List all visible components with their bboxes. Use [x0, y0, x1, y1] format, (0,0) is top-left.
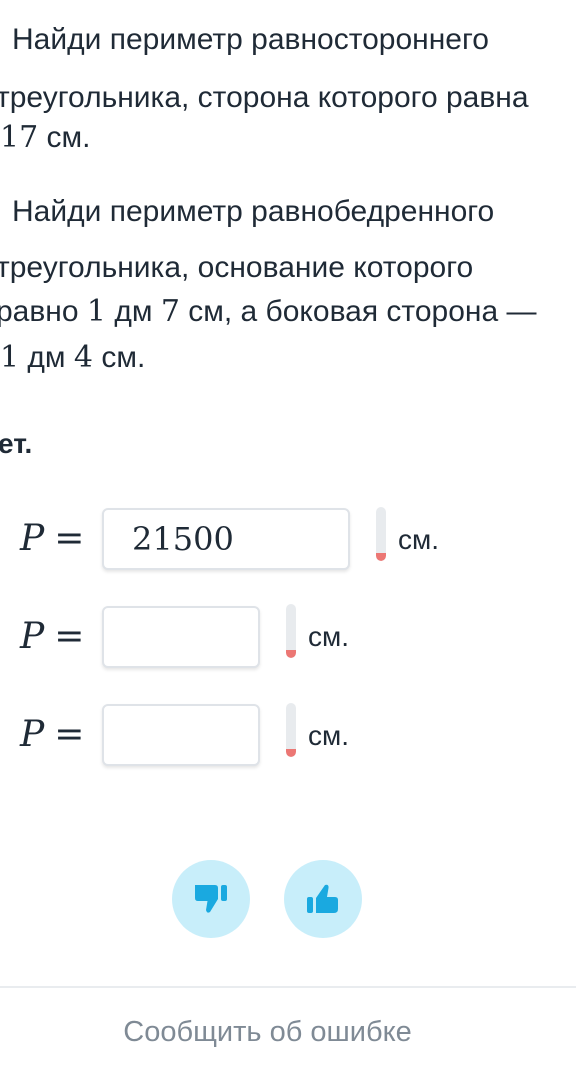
answer1-eq: =: [54, 518, 85, 559]
answer3-unit: см.: [308, 720, 350, 751]
answer3-input[interactable]: [102, 704, 260, 766]
like-button[interactable]: [284, 860, 362, 938]
task3-line3-a: равно: [0, 295, 87, 328]
task3-text-line4: 1 дм 4 см.: [0, 340, 145, 376]
answer2-input[interactable]: [102, 606, 260, 668]
task3-line3-b: дм: [106, 295, 161, 328]
task3-base-dm: 1: [86, 294, 106, 329]
task3-line2: треугольника, основание которого: [0, 251, 474, 284]
answer2-unit: см.: [308, 621, 350, 652]
answer1-unit: см.: [398, 524, 440, 555]
answer3-var: P: [20, 714, 45, 755]
answer3-label: P =: [20, 714, 84, 755]
answer2-var: P: [20, 616, 45, 657]
answer3-eq: =: [54, 714, 85, 755]
task3-line1: Найди периметр равнобедренного: [12, 195, 495, 228]
task3-line4-b: см.: [93, 341, 146, 374]
task2-side-value: 17: [0, 120, 39, 155]
task3-text-line2: треугольника, основание которого: [0, 250, 473, 286]
answer2-eq: =: [54, 616, 85, 657]
report-error-link[interactable]: Сообщить об ошибке: [0, 1016, 535, 1049]
task3-side-cm: 4: [73, 340, 93, 375]
answer2-label: P =: [20, 616, 84, 657]
answer2-status-indicator: [286, 604, 296, 658]
thumbs-down-icon: [195, 885, 227, 913]
answer1-label: P =: [20, 518, 84, 559]
thumbs-up-icon: [307, 884, 338, 913]
task3-line3-c: см, а боковая сторона —: [179, 295, 537, 328]
task3-base-cm: 7: [160, 294, 180, 329]
answer1-input[interactable]: [102, 508, 350, 570]
answer-heading: ет.: [0, 428, 33, 459]
task2-unit: см.: [38, 121, 91, 154]
task3-side-dm: 1: [0, 340, 20, 375]
answer1-status-indicator: [376, 507, 386, 561]
task2-text-line2: треугольника, сторона которого равна: [0, 80, 529, 116]
answer3-status-indicator: [286, 703, 296, 757]
task3-line4-a: дм: [19, 341, 74, 374]
task2-line1: Найди периметр равностороннего: [12, 23, 489, 56]
task2-line2: треугольника, сторона которого равна: [0, 81, 529, 114]
task3-text-line1: Найди периметр равнобедренного: [12, 194, 494, 230]
answer1-var: P: [20, 518, 45, 559]
footer-divider: [0, 986, 576, 988]
task3-text-line3: равно 1 дм 7 см, а боковая сторона —: [0, 294, 536, 330]
task2-text-line1: Найди периметр равностороннего: [12, 22, 489, 58]
task2-text-line3: 17 см.: [0, 120, 90, 156]
dislike-button[interactable]: [172, 860, 250, 938]
